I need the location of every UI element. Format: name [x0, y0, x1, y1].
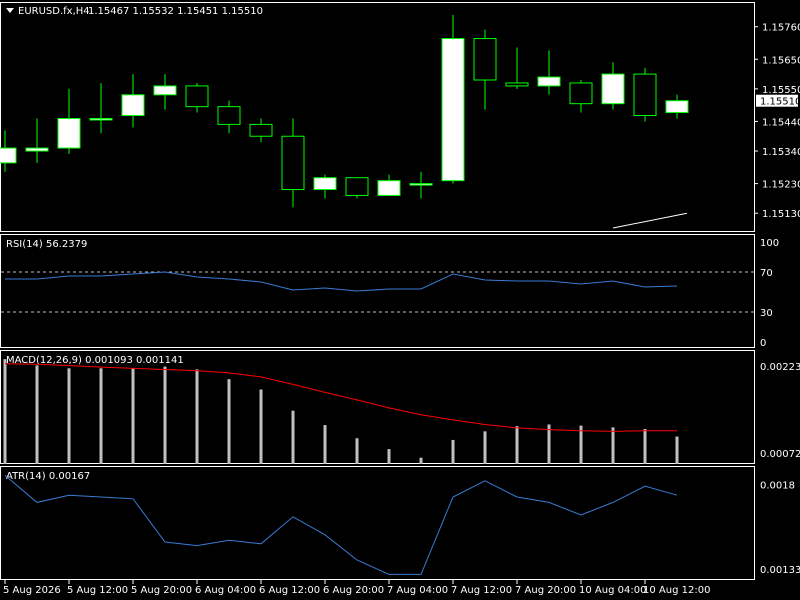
- candle-body: [377, 180, 401, 196]
- rsi-axis-label: 100: [760, 238, 779, 249]
- candle-body: [281, 135, 305, 191]
- time-axis-label: 7 Aug 20:00: [515, 585, 576, 596]
- macd-histogram-bar: [675, 436, 679, 464]
- candle-body: [633, 73, 657, 117]
- candle[interactable]: [345, 177, 369, 199]
- macd-histogram-bar: [67, 368, 71, 464]
- atr-axis-label: 0.0018: [760, 480, 795, 491]
- candle-body: [313, 177, 337, 191]
- time-axis-label: 6 Aug 20:00: [323, 585, 384, 596]
- candle-body: [217, 106, 241, 125]
- candle-body: [505, 82, 529, 87]
- rsi-axis-label: 0: [760, 338, 766, 349]
- candle-body: [153, 85, 177, 96]
- macd-histogram-bar: [515, 426, 519, 464]
- macd-histogram-bar: [35, 365, 39, 464]
- rsi-axis-label: 70: [760, 268, 773, 279]
- time-axis-label: 5 Aug 20:00: [131, 585, 192, 596]
- time-axis-label: 5 Aug 12:00: [67, 585, 128, 596]
- candle-body: [569, 82, 593, 105]
- macd-histogram-bar: [195, 369, 199, 464]
- candle-body: [121, 94, 145, 117]
- candle-body: [0, 147, 17, 164]
- candle-body: [473, 38, 497, 81]
- macd-histogram-bar: [227, 379, 231, 464]
- price-axis-label: 1.15440: [762, 117, 800, 128]
- current-price-label: 1.15510: [760, 97, 800, 108]
- price-axis-label: 1.15130: [762, 209, 800, 220]
- macd-histogram-bar: [323, 425, 327, 464]
- candle-body: [601, 73, 625, 105]
- atr-title: ATR(14) 0.00167: [6, 471, 90, 482]
- macd-axis-label: 0.002238: [760, 362, 800, 373]
- candle-body: [89, 117, 113, 121]
- candle-body: [185, 85, 209, 108]
- macd-histogram-bar: [547, 424, 551, 464]
- candle-body: [249, 123, 273, 137]
- macd-histogram-bar: [579, 425, 583, 464]
- candle[interactable]: [441, 14, 465, 184]
- candle-body: [57, 117, 81, 149]
- symbol-label: EURUSD.fx,H4: [18, 6, 90, 17]
- candle-body: [25, 147, 49, 152]
- ohlc-readout: 1.15467 1.15532 1.15451 1.15510: [88, 6, 263, 17]
- macd-histogram-bar: [387, 449, 391, 464]
- time-axis-label: 6 Aug 12:00: [259, 585, 320, 596]
- price-axis-label: 1.15760: [762, 23, 800, 34]
- rsi-axis-label: 30: [760, 308, 773, 319]
- atr-axis-label: 0.00133: [760, 565, 800, 576]
- macd-histogram-bar: [3, 359, 7, 464]
- macd-axis-label: 0.000723: [760, 449, 800, 460]
- candle-body: [665, 100, 689, 114]
- price-axis-label: 1.15650: [762, 55, 800, 66]
- macd-histogram-bar: [611, 427, 615, 464]
- price-axis-label: 1.15550: [762, 85, 800, 96]
- candle-body: [409, 183, 433, 186]
- candle[interactable]: [633, 68, 657, 122]
- time-axis-label: 7 Aug 04:00: [387, 585, 448, 596]
- price-axis-label: 1.15340: [762, 147, 800, 158]
- candle-body: [441, 38, 465, 182]
- macd-histogram-bar: [163, 366, 167, 464]
- candle-body: [345, 177, 369, 196]
- candle-body: [537, 76, 561, 87]
- time-axis-label: 5 Aug 2026: [3, 585, 61, 596]
- macd-histogram-bar: [483, 431, 487, 464]
- macd-histogram-bar: [131, 368, 135, 464]
- rsi-title: RSI(14) 56.2379: [6, 239, 87, 250]
- macd-histogram-bar: [451, 439, 455, 464]
- macd-histogram-bar: [291, 410, 295, 464]
- macd-histogram-bar: [419, 457, 423, 464]
- time-axis-label: 7 Aug 12:00: [451, 585, 512, 596]
- time-axis-label: 6 Aug 04:00: [195, 585, 256, 596]
- price-axis-label: 1.15230: [762, 180, 800, 191]
- time-axis-label: 10 Aug 12:00: [643, 585, 710, 596]
- macd-histogram-bar: [643, 429, 647, 464]
- trading-chart[interactable]: EURUSD.fx,H4 1.15467 1.15532 1.15451 1.1…: [0, 0, 800, 600]
- macd-histogram-bar: [99, 368, 103, 464]
- time-axis-label: 10 Aug 04:00: [579, 585, 646, 596]
- macd-histogram-bar: [355, 438, 359, 464]
- macd-histogram-bar: [259, 389, 263, 464]
